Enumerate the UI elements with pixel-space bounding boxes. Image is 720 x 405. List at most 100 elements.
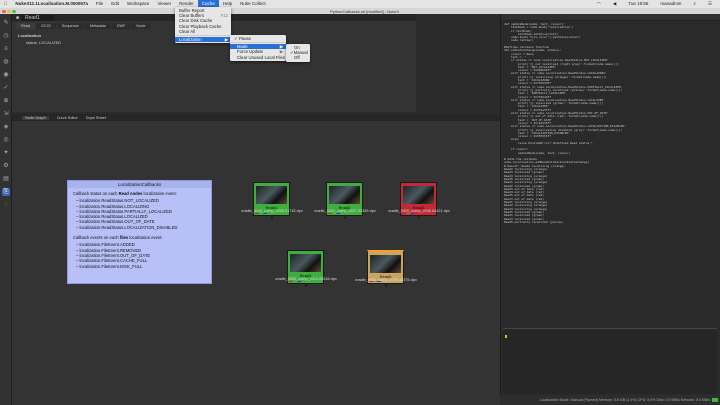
- menu-file[interactable]: File: [92, 0, 107, 8]
- toolsets-icon[interactable]: ◌: [2, 201, 10, 209]
- node-filename: cradle_0530_comp_v012.05518.dpx: [275, 277, 337, 281]
- pointer-tool-icon[interactable]: ✎: [2, 19, 10, 27]
- output-arrow-icon[interactable]: ▼: [304, 283, 308, 288]
- notification-icon[interactable]: ☰: [704, 0, 716, 8]
- output-arrow-icon[interactable]: ▼: [417, 215, 421, 220]
- node-filename: cradle_0140_comp_v006.01715.dpx: [241, 209, 303, 213]
- volume-icon[interactable]: ◀: [609, 0, 620, 8]
- node-thumbnail: [290, 254, 321, 272]
- file-event-list: – localization.FileEvent.ADDED – localiz…: [68, 242, 211, 268]
- tab-node[interactable]: Node: [131, 23, 151, 29]
- apple-icon[interactable]: : [0, 0, 11, 8]
- clock[interactable]: Tue 16:56: [624, 0, 652, 8]
- views-tool-icon[interactable]: ◎: [2, 136, 10, 144]
- mac-menubar:  NukeX11.1Localisation.M.000057a File E…: [0, 0, 720, 8]
- script-editor-toolbar: [501, 14, 720, 21]
- color-tool-icon[interactable]: ◍: [2, 58, 10, 66]
- status-value: LOCALIZED: [38, 40, 62, 45]
- menu-separator: [230, 42, 286, 44]
- text-cursor: [505, 335, 507, 338]
- left-toolbar: ✎ ◷ ≡ ◍ ◉ ✓ ⊕ ⇲ ◈ ◎ ✦ ⚙ ▤ ⎘ ◌: [0, 14, 12, 405]
- menu-edit[interactable]: Edit: [107, 0, 123, 8]
- status-bar: Localization Mode: Manual (Paused) Memor…: [500, 395, 720, 405]
- node-thumbnail: [403, 186, 434, 204]
- merge-tool-icon[interactable]: ⊕: [2, 97, 10, 105]
- menu-item-clear-all[interactable]: Clear All: [175, 29, 231, 34]
- node-thumbnail: [256, 186, 287, 204]
- list-item: – localization.FileEvent.DISK_FULL: [76, 263, 143, 269]
- menu-viewer[interactable]: Viewer: [153, 0, 175, 8]
- localization-submenu: ✓ Pause Mode ▶ Force Update ▶ Clear Unused…: [230, 35, 286, 61]
- menu-item-off[interactable]: Off: [286, 55, 310, 60]
- node-filename: cradle_0606_comp_v005.10375.dpx: [355, 278, 417, 282]
- tab-dwf[interactable]: DWF: [111, 23, 131, 29]
- graph-tab-bar: Node Graph Curve Editor Dope Sheet: [12, 114, 500, 121]
- window-title: PythonCallbacks.nk [modified] - NukeX: [330, 8, 400, 14]
- tab-curve-editor[interactable]: Curve Editor: [57, 116, 78, 120]
- channel-indicator: [328, 212, 340, 214]
- zoom-window-button[interactable]: [12, 9, 16, 13]
- user-name[interactable]: manadmin: [656, 0, 685, 8]
- tab-read[interactable]: Read: [16, 23, 36, 29]
- cache-menu: Buffer Report Clear Buffers F12 Clear Dis…: [175, 7, 231, 44]
- mode-submenu: On ✓Manual Off: [286, 44, 310, 62]
- read-node[interactable]: Read5 cradle_0606_comp_v005.10375.dpx ▼: [355, 250, 417, 288]
- tab-metadata[interactable]: Metadata: [84, 23, 111, 29]
- node-thumbnail: [370, 255, 401, 273]
- tab-sequence[interactable]: Sequence: [56, 23, 84, 29]
- status-indicator: [712, 398, 718, 402]
- read-status-list: – localization.ReadStatus.NOT_LOCALIZED …: [68, 198, 211, 230]
- minimize-window-button[interactable]: [7, 9, 11, 13]
- other-tool-icon[interactable]: ⚙: [2, 162, 10, 170]
- node-name-field[interactable]: Read1: [22, 14, 54, 21]
- spotlight-icon[interactable]: ⌕: [689, 0, 700, 8]
- read-node[interactable]: Read2 cradle_0220_comp_v027.02345.dpx ▼: [314, 182, 376, 220]
- 3d-tool-icon[interactable]: ◈: [2, 123, 10, 131]
- wifi-icon[interactable]: ◠: [593, 0, 605, 8]
- status-text: Localization Mode: Manual (Paused) Memor…: [539, 398, 710, 402]
- output-arrow-icon[interactable]: ▼: [384, 283, 388, 288]
- backdrop-localization-callbacks[interactable]: LocalizationCallbacks Callback status on…: [67, 180, 212, 284]
- channel-tool-icon[interactable]: ≡: [2, 45, 10, 53]
- node-filename: cradle_0220_comp_v027.02345.dpx: [314, 209, 376, 213]
- menu-nuke-collect[interactable]: Nuke Collect: [236, 0, 270, 8]
- menu-item-clear-unused-local-files[interactable]: Clear Unused Local Files: [230, 55, 286, 60]
- output-arrow-icon[interactable]: ▼: [270, 215, 274, 220]
- read-node[interactable]: Read4 cradle_0530_comp_v012.05518.dpx ▼: [275, 250, 337, 288]
- channel-indicator: [255, 212, 267, 214]
- read-node[interactable]: Read1 cradle_0140_comp_v006.01715.dpx ▼: [241, 182, 303, 220]
- menu-item-localization[interactable]: Localization ▶: [175, 36, 231, 43]
- script-editor: def updateNode(node, text, colour): text…: [500, 14, 720, 395]
- output-arrow-icon[interactable]: ▼: [343, 215, 347, 220]
- filter-tool-icon[interactable]: ◉: [2, 71, 10, 79]
- checkmark-icon: ✓: [234, 36, 238, 41]
- script-input[interactable]: [503, 328, 717, 394]
- transform-tool-icon[interactable]: ⇲: [2, 110, 10, 118]
- menu-workspace[interactable]: Workspace: [123, 0, 153, 8]
- channel-indicator: [369, 280, 381, 282]
- read-node[interactable]: Read3 cradle_0420_comp_v040.04421.dpx ▼: [388, 182, 450, 220]
- file-intro: Callback events on each files localizati…: [73, 235, 163, 241]
- app-name[interactable]: NukeX11.1Localisation.M.000057a: [11, 0, 92, 8]
- node-color-icon[interactable]: ■: [16, 15, 19, 21]
- status-label: status: [26, 40, 37, 45]
- close-window-button[interactable]: [2, 9, 6, 13]
- tab-dope-sheet[interactable]: Dope Sheet: [86, 116, 106, 120]
- submenu-arrow-icon: ▶: [224, 36, 228, 42]
- metadata-tool-icon[interactable]: ✦: [2, 149, 10, 157]
- python-tool-icon[interactable]: ⎘: [2, 188, 10, 196]
- menu-separator: [175, 34, 231, 36]
- channel-indicator: [289, 280, 301, 282]
- time-tool-icon[interactable]: ◷: [2, 32, 10, 40]
- furnace-tool-icon[interactable]: ▤: [2, 175, 10, 183]
- node-thumbnail: [329, 186, 360, 204]
- node-filename: cradle_0420_comp_v040.04421.dpx: [388, 209, 450, 213]
- keyer-tool-icon[interactable]: ✓: [2, 84, 10, 92]
- tab-ocio[interactable]: OCIO: [36, 23, 56, 29]
- channel-indicator: [402, 212, 414, 214]
- script-output[interactable]: def updateNode(node, text, colour): text…: [504, 22, 626, 224]
- tab-node-graph[interactable]: Node Graph: [22, 115, 49, 120]
- menu-item-pause[interactable]: ✓ Pause: [230, 36, 286, 41]
- read-intro: Callback status on each Read nodes local…: [73, 191, 177, 196]
- backdrop-title: LocalizationCallbacks: [68, 181, 211, 188]
